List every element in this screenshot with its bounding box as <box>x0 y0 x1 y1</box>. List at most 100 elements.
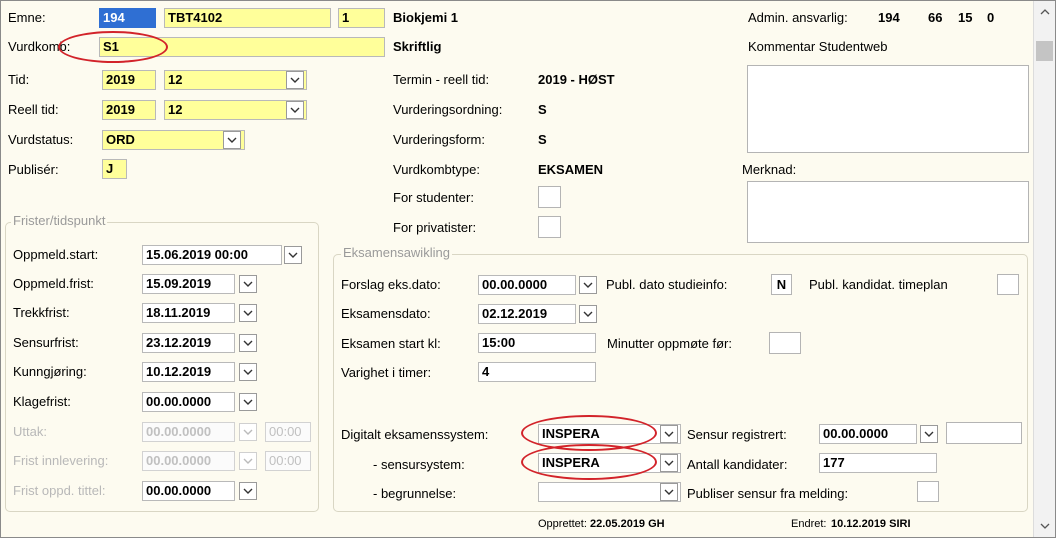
admin-value-3: 15 <box>958 10 973 25</box>
chevron-down-icon[interactable] <box>239 304 257 322</box>
privatister-label: For privatister: <box>393 220 477 235</box>
admin-value-1: 194 <box>878 10 900 25</box>
emne-version-field[interactable]: 1 <box>338 8 385 28</box>
form-label: Vurderingsform: <box>393 132 485 147</box>
publ-dato-field[interactable]: N <box>771 274 792 295</box>
admin-label: Admin. ansvarlig: <box>748 10 848 25</box>
chevron-down-icon[interactable] <box>286 101 304 119</box>
chevron-down-icon[interactable] <box>660 483 678 501</box>
chevron-down-icon[interactable] <box>660 454 678 472</box>
termin-value: 2019 - HØST <box>538 72 615 87</box>
frister-row-label: Frist oppd. tittel: <box>13 483 106 498</box>
emne-name: Biokjemi 1 <box>393 10 459 25</box>
termin-label: Termin - reell tid: <box>393 72 490 87</box>
frister-row-label: Oppmeld.frist: <box>13 276 94 291</box>
trekkfrist-field[interactable]: 18.11.2019 <box>142 303 235 323</box>
start-kl-label: Eksamen start kl: <box>341 336 441 351</box>
status-value: ORD <box>106 132 135 147</box>
scroll-down-icon[interactable] <box>1034 517 1055 535</box>
publiser-sensur-label: Publiser sensur fra melding: <box>687 486 849 501</box>
oppmeld-frist-field[interactable]: 15.09.2019 <box>142 274 235 294</box>
tid-month-value: 12 <box>168 72 183 87</box>
chevron-down-icon[interactable] <box>284 246 302 264</box>
tid-label: Tid: <box>8 72 30 87</box>
reell-month-value: 12 <box>168 102 183 117</box>
start-kl-field[interactable]: 15:00 <box>478 333 596 353</box>
kombtype-label: Vurdkombtype: <box>393 162 480 177</box>
sensurfrist-field[interactable]: 23.12.2019 <box>142 333 235 353</box>
form-value: S <box>538 132 547 147</box>
chevron-down-icon[interactable] <box>239 334 257 352</box>
annotation-oval-vurdkomb <box>58 31 168 63</box>
chevron-down-icon[interactable] <box>239 393 257 411</box>
chevron-down-icon[interactable] <box>223 131 241 149</box>
kommentar-textarea[interactable] <box>747 65 1029 153</box>
eksamen-title: Eksamensawikling <box>341 245 452 260</box>
frister-row-label: Klagefrist: <box>13 394 71 409</box>
klagefrist-field[interactable]: 00.00.0000 <box>142 392 235 412</box>
opprettet-value: 22.05.2019 GH <box>590 518 665 530</box>
reell-year-field[interactable]: 2019 <box>102 100 156 120</box>
vertical-scrollbar[interactable] <box>1033 1 1055 537</box>
frister-title: Frister/tidspunkt <box>11 213 108 228</box>
uttak-time-field: 00:00 <box>265 422 311 442</box>
frister-row-label: Uttak: <box>13 424 47 439</box>
chevron-down-icon[interactable] <box>579 305 597 323</box>
chevron-down-icon[interactable] <box>239 275 257 293</box>
varighet-field[interactable]: 4 <box>478 362 596 382</box>
merknad-label: Merknad: <box>742 162 797 177</box>
tid-year-field[interactable]: 2019 <box>102 70 156 90</box>
oppmeld-start-field[interactable]: 15.06.2019 00:00 <box>142 245 282 265</box>
studenter-field[interactable] <box>538 186 561 208</box>
begrunnelse-label: - begrunnelse: <box>373 486 457 501</box>
scroll-up-icon[interactable] <box>1034 3 1055 21</box>
chevron-down-icon[interactable] <box>920 425 938 443</box>
kommentar-label: Kommentar Studentweb <box>748 39 888 54</box>
admin-value-4: 0 <box>987 10 995 25</box>
forslag-dato-field[interactable]: 00.00.0000 <box>478 275 576 295</box>
sensur-registrert-extra-field[interactable] <box>946 422 1022 444</box>
sensursystem-label: - sensursystem: <box>373 457 465 472</box>
kunngjoring-field[interactable]: 10.12.2019 <box>142 362 235 382</box>
frist-oppd-tittel-field[interactable]: 00.00.0000 <box>142 481 235 501</box>
privatister-field[interactable] <box>538 216 561 238</box>
chevron-down-icon[interactable] <box>660 425 678 443</box>
opprettet-label: Opprettet: <box>538 518 587 530</box>
minutter-field[interactable] <box>769 332 801 354</box>
emne-id-field[interactable]: TBT4102 <box>164 8 331 28</box>
frister-row-label: Frist innlevering: <box>13 453 109 468</box>
status-label: Vurdstatus: <box>8 132 74 147</box>
merknad-textarea[interactable] <box>747 181 1029 243</box>
chevron-down-icon[interactable] <box>579 276 597 294</box>
vurdkomb-name: Skriftlig <box>393 39 442 54</box>
admin-value-2: 66 <box>928 10 943 25</box>
sensur-registrert-field[interactable]: 00.00.0000 <box>819 424 917 444</box>
kombtype-value: EKSAMEN <box>538 162 604 177</box>
uttak-field: 00.00.0000 <box>142 422 235 442</box>
annotation-oval-sensursystem <box>521 444 657 480</box>
chevron-down-icon[interactable] <box>239 363 257 381</box>
publiser-sensur-checkbox[interactable] <box>917 481 939 502</box>
ordning-label: Vurderingsordning: <box>393 102 503 117</box>
endret-label: Endret: <box>791 518 827 530</box>
sensur-registrert-label: Sensur registrert: <box>687 427 787 442</box>
frist-innlevering-field: 00.00.0000 <box>142 451 235 471</box>
ordning-value: S <box>538 102 547 117</box>
frister-row-label: Oppmeld.start: <box>13 247 99 262</box>
emne-code-field[interactable]: 194 <box>99 8 156 28</box>
chevron-down-icon <box>239 423 257 441</box>
frist-innlevering-time-field: 00:00 <box>265 451 311 471</box>
emne-label: Emne: <box>8 10 46 25</box>
eksamensdato-field[interactable]: 02.12.2019 <box>478 304 576 324</box>
minutter-label: Minutter oppmøte før: <box>607 336 732 351</box>
scrollbar-thumb[interactable] <box>1036 41 1053 61</box>
chevron-down-icon[interactable] <box>239 482 257 500</box>
frister-row-label: Trekkfrist: <box>13 305 70 320</box>
chevron-down-icon[interactable] <box>286 71 304 89</box>
antall-field[interactable]: 177 <box>819 453 937 473</box>
publ-kandidat-checkbox[interactable] <box>997 274 1019 295</box>
publ-dato-label: Publ. dato studieinfo: <box>606 277 728 292</box>
endret-value: 10.12.2019 SIRI <box>831 518 911 530</box>
publiser-label: Publisér: <box>8 162 59 177</box>
publiser-field[interactable]: J <box>102 159 127 179</box>
